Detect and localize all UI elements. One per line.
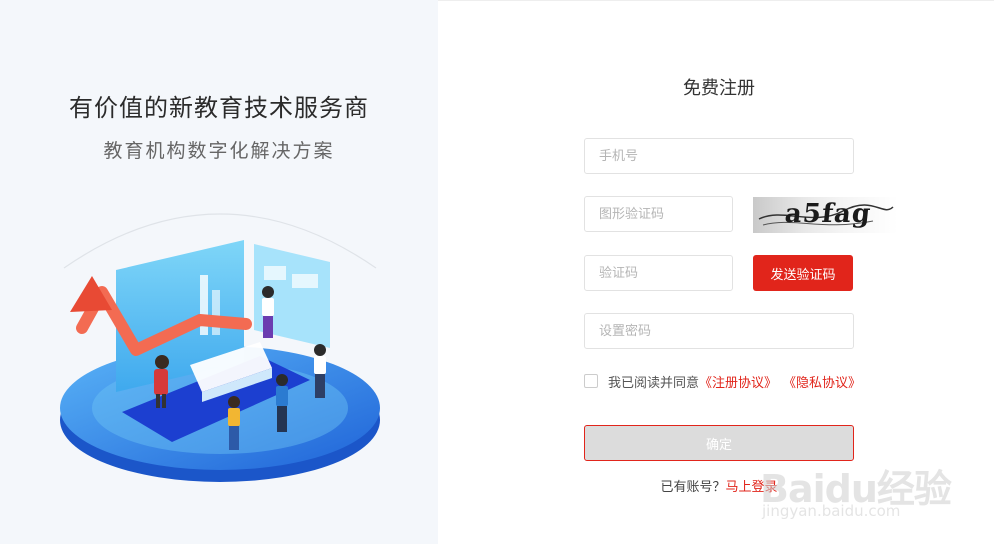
sms-code-input[interactable] <box>584 255 733 291</box>
password-input[interactable] <box>584 313 854 349</box>
watermark-url: jingyan.baidu.com <box>762 502 901 520</box>
privacy-link[interactable]: 《隐私协议》 <box>783 372 861 391</box>
captcha-text: a5fag <box>783 199 873 229</box>
person-top-figure <box>262 286 274 338</box>
submit-button[interactable]: 确定 <box>584 425 854 461</box>
register-title: 免费注册 <box>683 78 755 99</box>
agreement-prefix: 我已阅读并同意 <box>608 375 700 391</box>
hero-sub-slogan: 教育机构数字化解决方案 <box>103 140 335 162</box>
person-right-figure <box>314 344 326 398</box>
left-hero-panel: 有价值的新教育技术服务商 教育机构数字化解决方案 <box>0 0 438 544</box>
send-code-button[interactable]: 发送验证码 <box>753 255 853 291</box>
agreement-checkbox[interactable] <box>584 374 598 388</box>
login-prefix: 已有账号？ <box>660 480 726 495</box>
baidu-watermark: Baidu经验 jingyan.baidu.com <box>760 458 990 528</box>
person-center-figure <box>276 374 288 432</box>
education-illustration <box>60 213 380 482</box>
hero-slogan: 有价值的新教育技术服务商 <box>69 94 369 122</box>
captcha-input[interactable] <box>584 196 733 232</box>
agreement-row: 我已阅读并同意 《注册协议》 《隐私协议》 <box>584 372 861 391</box>
captcha-image[interactable]: a5fag <box>753 197 898 233</box>
phone-input[interactable] <box>584 138 854 174</box>
person-bottom-figure <box>228 396 240 450</box>
terms-link[interactable]: 《注册协议》 <box>699 372 777 391</box>
